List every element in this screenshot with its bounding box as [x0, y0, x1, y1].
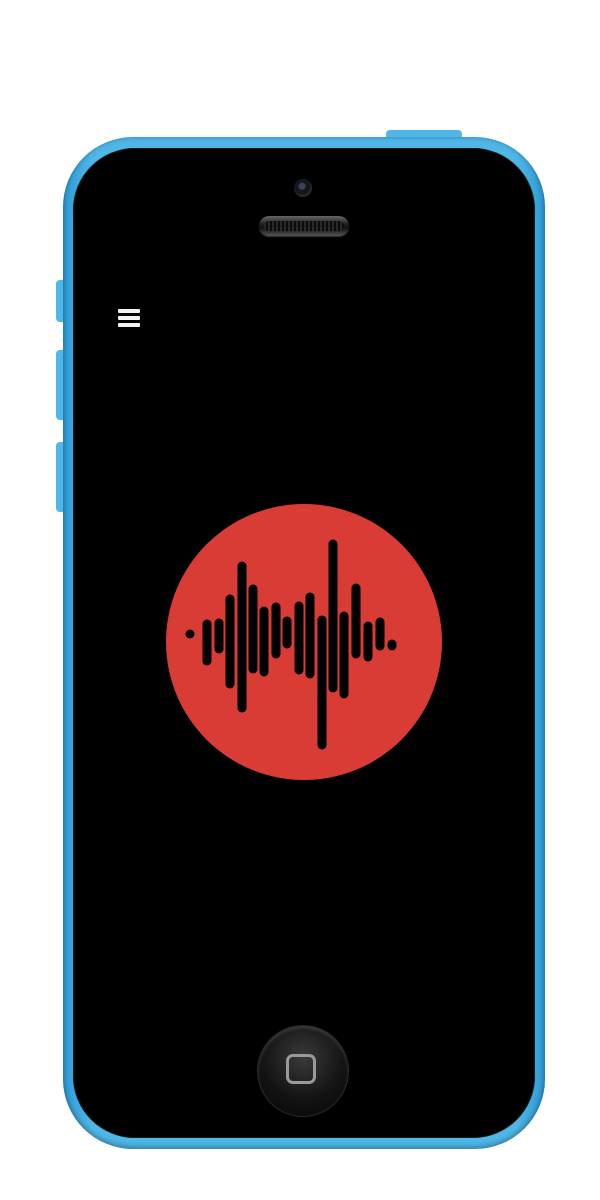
menu-line — [118, 309, 140, 313]
menu-line — [118, 316, 140, 320]
home-button[interactable] — [258, 1026, 348, 1116]
app-screen — [96, 280, 512, 1005]
front-camera — [294, 179, 312, 197]
sound-wave-icon — [166, 504, 442, 780]
phone-device — [0, 0, 600, 1200]
record-button[interactable] — [166, 504, 442, 780]
home-square-icon — [286, 1054, 316, 1084]
hamburger-menu-icon[interactable] — [118, 309, 142, 331]
earpiece-speaker — [259, 216, 349, 236]
menu-line — [118, 323, 140, 327]
